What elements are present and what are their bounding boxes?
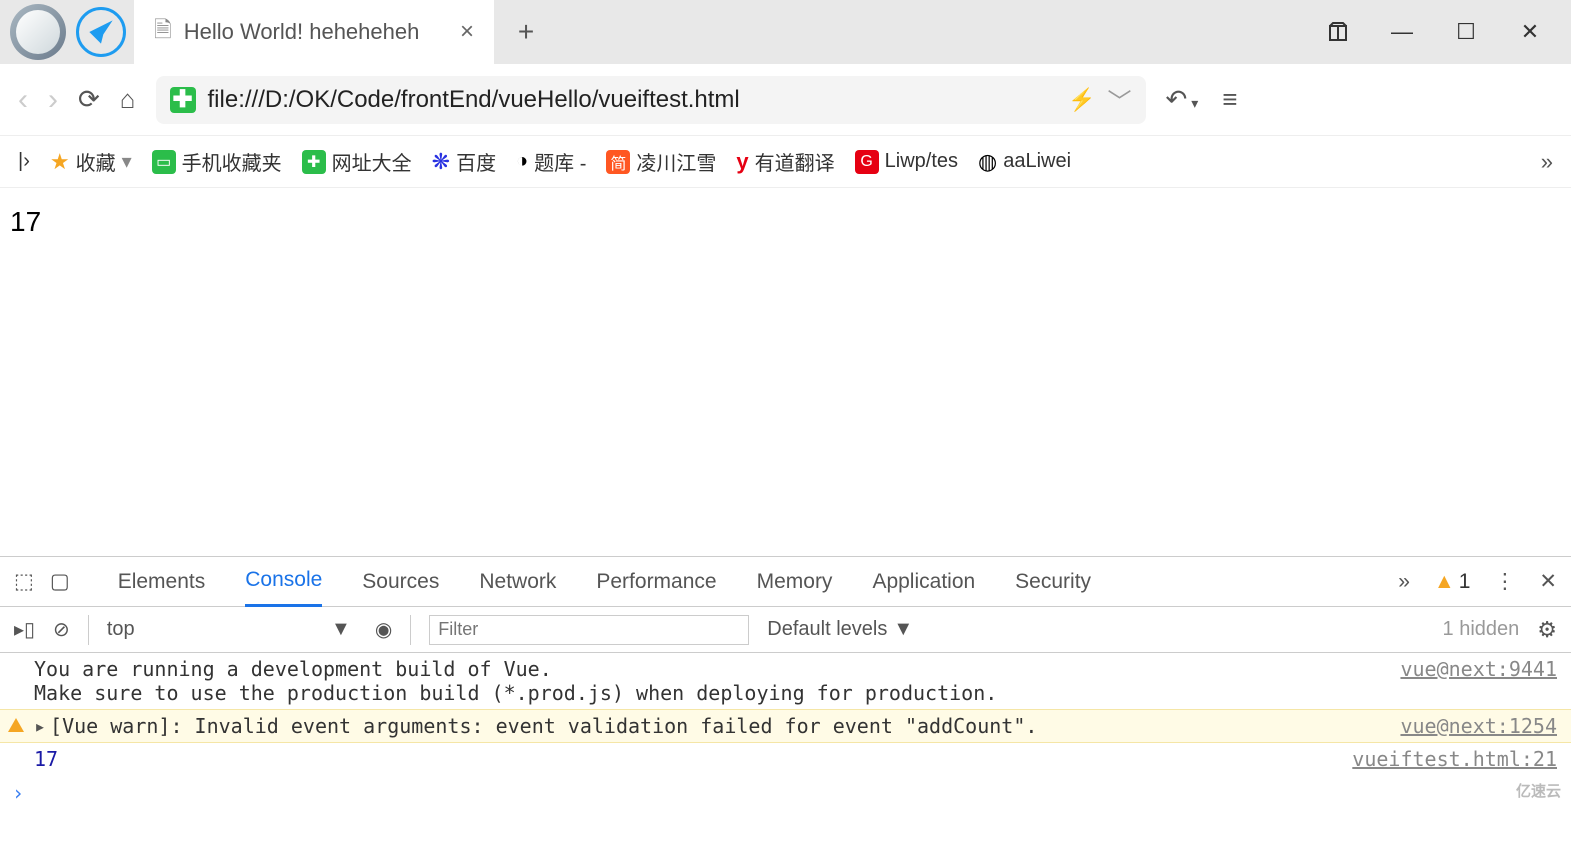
bookmark-favorites[interactable]: ★收藏 ▾: [50, 147, 132, 176]
forward-button[interactable]: ›: [48, 83, 58, 117]
hidden-count[interactable]: 1 hidden: [1443, 618, 1520, 641]
log-source-link[interactable]: vueiftest.html:21: [1352, 747, 1557, 771]
titlebar: 🗎 Hello World! heheheheh × + — ☐ ✕: [0, 0, 1571, 64]
file-icon: 🗎: [154, 13, 172, 51]
tab-sources[interactable]: Sources: [362, 558, 439, 606]
log-info: You are running a development build of V…: [0, 653, 1571, 709]
browser-logo-icon[interactable]: [76, 7, 126, 57]
tab-security[interactable]: Security: [1015, 558, 1091, 606]
watermark: 亿速云: [1516, 780, 1561, 801]
bookmark-sites[interactable]: ✚网址大全: [302, 147, 412, 176]
tab-title: Hello World! heheheheh: [184, 19, 420, 45]
home-button[interactable]: ⌂: [120, 84, 136, 115]
log-source-link[interactable]: vue@next:9441: [1400, 657, 1557, 681]
address-bar: ‹ › ⟳ ⌂ ✚ file:///D:/OK/Code/frontEnd/vu…: [0, 64, 1571, 136]
reload-button[interactable]: ⟳: [78, 84, 100, 115]
browser-tab[interactable]: 🗎 Hello World! heheheheh ×: [134, 0, 494, 64]
console-settings-icon[interactable]: ⚙: [1537, 617, 1557, 643]
back-button[interactable]: ‹: [18, 83, 28, 117]
new-tab-button[interactable]: +: [494, 0, 558, 64]
window-close-button[interactable]: ✕: [1517, 19, 1543, 45]
filter-input[interactable]: [429, 615, 749, 645]
bookmark-youdao[interactable]: y有道翻译: [736, 147, 834, 176]
bookmark-ling[interactable]: 简凌川江雪: [606, 147, 716, 176]
context-selector[interactable]: top▼: [107, 618, 357, 641]
window-controls: — ☐ ✕: [1325, 0, 1571, 64]
page-value: 17: [10, 206, 41, 237]
log-levels-selector[interactable]: Default levels ▼: [767, 618, 913, 641]
devtools-menu-icon[interactable]: ⋮: [1494, 569, 1515, 594]
tab-memory[interactable]: Memory: [757, 558, 833, 606]
bookmark-aaliwei[interactable]: ◍aaLiwei: [978, 149, 1071, 175]
log-warning: ▸[Vue warn]: Invalid event arguments: ev…: [0, 709, 1571, 743]
bookmark-mobile[interactable]: ▭手机收藏夹: [152, 147, 282, 176]
devtools-tabs: ⬚ ▢ Elements Console Sources Network Per…: [0, 557, 1571, 607]
expand-icon[interactable]: ▸: [34, 714, 46, 738]
bookmark-baidu[interactable]: ❋百度: [432, 147, 496, 176]
profile-avatar[interactable]: [10, 4, 66, 60]
log-value: 17 vueiftest.html:21: [0, 743, 1571, 775]
menu-button[interactable]: ≡: [1222, 84, 1237, 115]
clear-console-icon[interactable]: ⊘: [53, 617, 70, 642]
bookmarks-bar: |› ★收藏 ▾ ▭手机收藏夹 ✚网址大全 ❋百度 ◑题库 - 简凌川江雪 y有…: [0, 136, 1571, 188]
wardrobe-icon[interactable]: [1325, 19, 1351, 45]
fast-icon[interactable]: ⚡: [1068, 87, 1095, 113]
console-prompt[interactable]: ›: [0, 775, 1571, 811]
security-shield-icon: ✚: [170, 87, 196, 113]
tab-elements[interactable]: Elements: [118, 558, 206, 606]
console-sidebar-toggle-icon[interactable]: ▸▯: [14, 617, 35, 642]
tab-application[interactable]: Application: [872, 558, 975, 606]
url-text: file:///D:/OK/Code/frontEnd/vueHello/vue…: [208, 86, 740, 114]
page-content: 17: [0, 188, 1571, 474]
warning-count[interactable]: ▲1: [1434, 570, 1470, 594]
bookmarks-overflow-icon[interactable]: »: [1541, 149, 1553, 175]
url-input[interactable]: ✚ file:///D:/OK/Code/frontEnd/vueHello/v…: [156, 76, 1146, 124]
tab-performance[interactable]: Performance: [596, 558, 716, 606]
bookmark-tiku[interactable]: ◑题库 -: [516, 147, 586, 176]
minimize-button[interactable]: —: [1389, 19, 1415, 45]
devtools-close-icon[interactable]: ✕: [1539, 569, 1557, 594]
tab-network[interactable]: Network: [479, 558, 556, 606]
url-chevron-down-icon[interactable]: ﹀: [1108, 82, 1132, 117]
console-output: You are running a development build of V…: [0, 653, 1571, 849]
sniffer-button[interactable]: |›: [18, 150, 30, 173]
tab-close-icon[interactable]: ×: [460, 18, 474, 46]
inspect-element-icon[interactable]: ⬚: [14, 569, 34, 594]
maximize-button[interactable]: ☐: [1453, 19, 1479, 45]
log-source-link[interactable]: vue@next:1254: [1400, 714, 1557, 738]
undo-button[interactable]: ↶ ▾: [1166, 84, 1199, 115]
tabs-overflow-icon[interactable]: »: [1398, 570, 1410, 594]
console-toolbar: ▸▯ ⊘ top▼ ◉ Default levels ▼ 1 hidden ⚙: [0, 607, 1571, 653]
tab-console[interactable]: Console: [245, 556, 322, 607]
device-toggle-icon[interactable]: ▢: [50, 569, 70, 594]
live-expression-icon[interactable]: ◉: [375, 617, 392, 642]
devtools-panel: ⬚ ▢ Elements Console Sources Network Per…: [0, 556, 1571, 849]
bookmark-liwp[interactable]: GLiwp/tes: [855, 150, 958, 174]
